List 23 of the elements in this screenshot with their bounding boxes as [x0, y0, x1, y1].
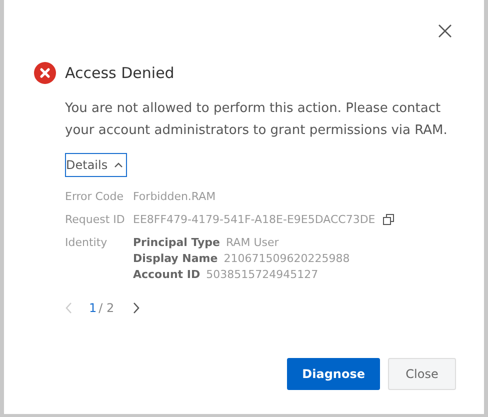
detail-label: Error Code	[65, 190, 124, 203]
detail-label: Identity	[65, 236, 108, 251]
close-button[interactable]: Close	[388, 358, 456, 390]
chevron-icon	[114, 162, 123, 168]
error-icon	[34, 62, 56, 84]
identity-value: 210671509620225988	[224, 252, 350, 265]
detail-value: Forbidden.RAM	[133, 190, 216, 203]
detail-label: Request ID	[65, 213, 126, 226]
diagnose-button[interactable]: Diagnose	[287, 358, 380, 390]
identity-label: Principal Type	[133, 236, 220, 249]
error-message: You are not allowed to perform this action. Please contact your account administrators to grant permissions via RAM.	[65, 100, 448, 140]
dialog-title: Access Denied	[65, 64, 174, 82]
identity-label: Account ID	[133, 268, 200, 281]
detail-value: EE8FF479-4179-541F-A18E-E9E5DACC73DE	[133, 213, 376, 226]
identity-value: RAM User	[226, 236, 279, 249]
page-current: 1	[89, 301, 97, 315]
identity-label: Display Name	[133, 252, 218, 265]
close-icon[interactable]	[438, 24, 452, 38]
details-toggle[interactable]: Details	[65, 153, 127, 177]
page-total: / 2	[98, 301, 114, 315]
identity-value: 5038515724945127	[206, 268, 318, 281]
copy-icon[interactable]	[383, 214, 394, 225]
next-icon[interactable]	[132, 302, 140, 314]
